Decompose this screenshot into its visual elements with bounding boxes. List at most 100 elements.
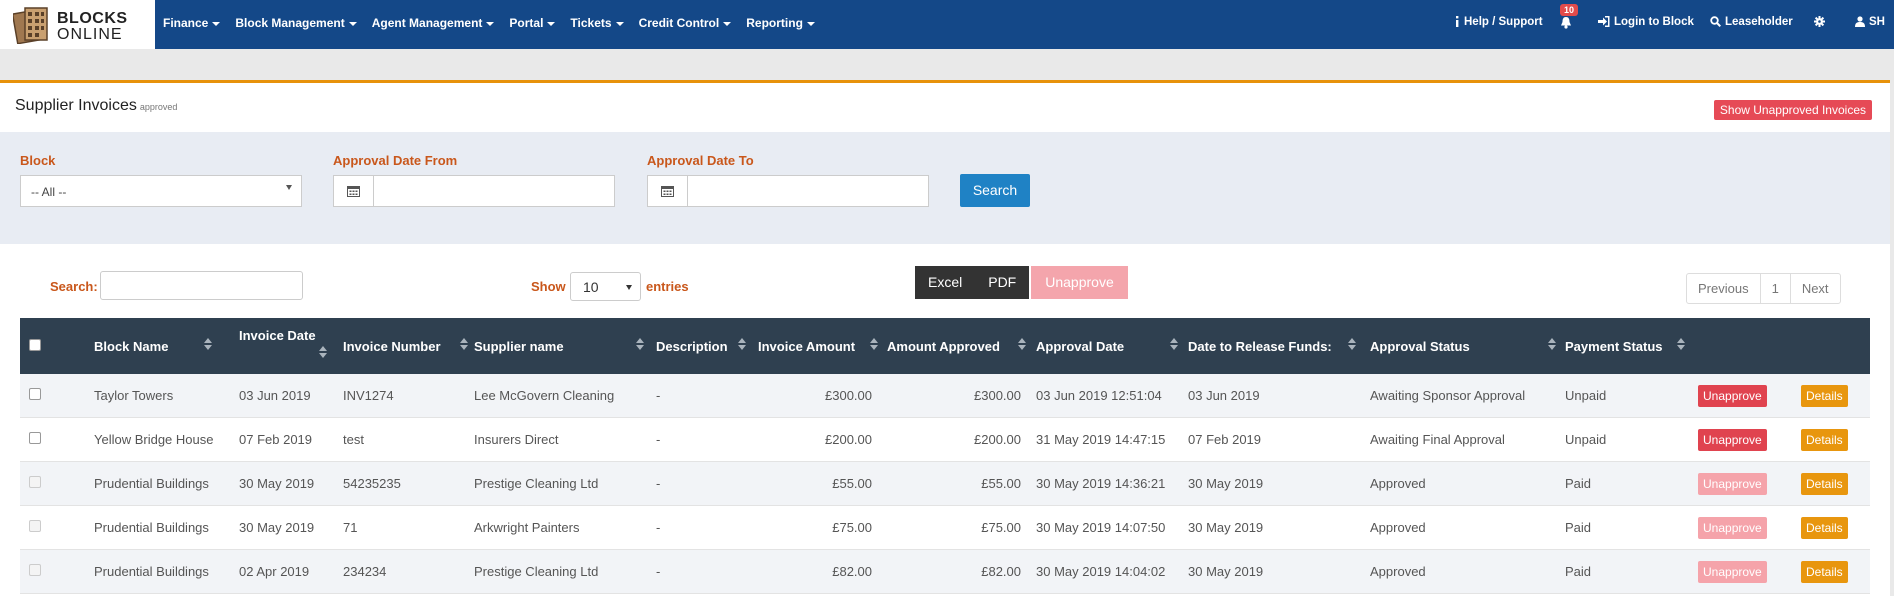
help-support-link[interactable]: Help / Support [1454,16,1543,28]
col-label: Payment Status [1565,338,1663,354]
sort-icon [1548,338,1556,350]
table-row: Yellow Bridge House 07 Feb 2019 test Ins… [20,418,1870,462]
col-approval-date[interactable]: Approval Date [1036,318,1178,374]
login-to-block-link[interactable]: Login to Block [1598,16,1694,28]
pdf-button[interactable]: PDF [975,266,1030,299]
nav-reporting[interactable]: Reporting [746,16,815,30]
cell-invoice-amount: £55.00 [832,476,872,491]
row-checkbox[interactable] [29,432,41,444]
cell-amount-approved: £75.00 [981,520,1021,535]
details-button[interactable]: Details [1801,385,1848,407]
search-button[interactable]: Search [960,174,1030,207]
show-unapproved-button[interactable]: Show Unapproved Invoices [1713,100,1872,120]
leaseholder-search-link[interactable]: Leaseholder [1710,16,1793,28]
cell-approval-status: Approved [1370,520,1426,535]
row-checkbox[interactable] [29,388,41,400]
nav-agent-management[interactable]: Agent Management [372,16,495,30]
row-checkbox [29,476,41,488]
cell-invoice-number: 71 [343,520,358,535]
sort-icon [1018,338,1026,350]
cell-approval-date: 30 May 2019 14:04:02 [1036,564,1166,579]
details-button[interactable]: Details [1801,473,1848,495]
nav-credit-control[interactable]: Credit Control [639,16,732,30]
settings-button[interactable] [1814,16,1829,28]
info-icon [1456,16,1459,27]
brand-logo[interactable]: BLOCKS ONLINE [0,0,155,49]
page-title: Supplier Invoices approved [15,97,177,115]
cell-amount-approved: £200.00 [974,432,1021,447]
invoices-panel: Supplier Invoices approved Show Unapprove… [0,80,1890,596]
nav-finance[interactable]: Finance [163,16,221,30]
col-supplier-name[interactable]: Supplier name [474,318,644,374]
cell-supplier: Arkwright Painters [474,520,580,535]
col-approval-status[interactable]: Approval Status [1370,318,1556,374]
user-menu[interactable]: SH [1855,16,1885,28]
col-label: Supplier name [474,338,564,354]
unapprove-button[interactable]: Unapprove [1698,429,1767,451]
col-label: Invoice Amount [758,338,856,354]
table-row: Prudential Buildings 02 Apr 2019 234234 … [20,550,1870,594]
approval-date-to-label: Approval Date To [647,153,754,168]
block-select[interactable]: -- All -- [20,175,302,207]
nav-tickets[interactable]: Tickets [570,16,624,30]
bell-icon [1561,17,1571,29]
select-all-checkbox[interactable] [29,339,41,351]
table-search-input[interactable] [100,271,303,300]
cell-description: - [656,520,661,535]
approval-date-from-input[interactable] [375,176,614,206]
cell-description: - [656,432,661,447]
col-release-date[interactable]: Date to Release Funds: [1188,318,1358,374]
nav-label: Agent Management [371,16,483,30]
cell-release-date: 30 May 2019 [1188,564,1264,579]
search-icon [1710,16,1722,28]
cell-invoice-amount: £300.00 [825,388,872,403]
page-1-button[interactable]: 1 [1759,274,1790,303]
nav-block-management[interactable]: Block Management [235,16,357,30]
next-page-button[interactable]: Next [1789,274,1840,303]
cell-supplier: Prestige Cleaning Ltd [474,476,599,491]
calendar-icon[interactable] [648,176,688,206]
previous-page-button[interactable]: Previous [1687,274,1760,303]
help-label: Help / Support [1464,16,1543,28]
notifications-button[interactable] [1560,16,1576,30]
cell-amount-approved: £82.00 [981,564,1021,579]
sort-icon [460,338,468,350]
cell-approval-date: 30 May 2019 14:36:21 [1036,476,1166,491]
filter-section: Block -- All -- Approval Date From Appro… [0,132,1890,244]
cell-invoice-amount: £200.00 [825,432,872,447]
bulk-unapprove-button[interactable]: Unapprove [1031,266,1128,299]
sort-icon [1170,338,1178,350]
col-payment-status[interactable]: Payment Status [1565,318,1685,374]
excel-button[interactable]: Excel [915,266,976,299]
nav-portal[interactable]: Portal [509,16,556,30]
details-button[interactable]: Details [1801,517,1848,539]
col-invoice-amount[interactable]: Invoice Amount [758,318,878,374]
cell-block-name: Prudential Buildings [94,564,209,579]
details-button[interactable]: Details [1801,561,1848,583]
entries-select[interactable]: 10 [570,272,641,301]
approval-date-to-input[interactable] [689,176,928,206]
calendar-icon[interactable] [334,176,374,206]
details-button[interactable]: Details [1801,429,1848,451]
col-invoice-date[interactable]: Invoice Date [239,318,329,374]
col-amount-approved[interactable]: Amount Approved [887,318,1027,374]
leaseholder-label: Leaseholder [1725,16,1793,28]
chevron-down-icon [212,21,221,26]
title-subtitle: approved [139,102,178,112]
cell-invoice-date: 03 Jun 2019 [239,388,311,403]
col-description[interactable]: Description [656,318,746,374]
chevron-down-icon [486,21,495,26]
col-invoice-number[interactable]: Invoice Number [343,318,468,374]
chevron-down-icon [806,21,815,26]
cell-payment-status: Unpaid [1565,432,1607,447]
cell-approval-status: Approved [1370,564,1426,579]
unapprove-button[interactable]: Unapprove [1698,385,1767,407]
row-checkbox [29,564,41,576]
cell-payment-status: Paid [1565,476,1592,491]
cell-approval-date: 31 May 2019 14:47:15 [1036,432,1166,447]
col-label: Invoice Date [239,328,316,343]
cell-invoice-number: 234234 [343,564,387,579]
col-block-name[interactable]: Block Name [94,318,212,374]
cell-description: - [656,388,661,403]
sort-icon [738,338,746,350]
